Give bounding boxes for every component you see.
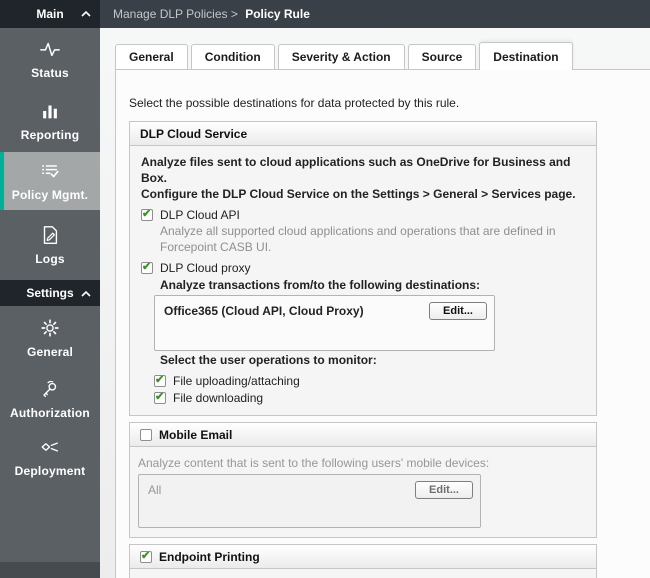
file-downloading-label: File downloading xyxy=(173,390,263,406)
section-mobile-email: Mobile Email Analyze content that is sen… xyxy=(129,422,597,538)
bar-chart-icon xyxy=(39,100,61,122)
sidebar-section-label: Settings xyxy=(26,286,73,300)
mobile-email-value: All xyxy=(148,483,161,497)
sidebar-item-status[interactable]: Status xyxy=(0,28,100,90)
activity-icon xyxy=(39,38,61,60)
logs-note-icon xyxy=(39,224,61,246)
policy-list-icon xyxy=(39,160,61,182)
dlp-cloud-api-label: DLP Cloud API xyxy=(160,207,240,223)
sidebar-item-label: Logs xyxy=(35,252,64,266)
sidebar-item-label: Status xyxy=(31,66,69,80)
app-window: Manage DLP Policies > Policy Rule Main S… xyxy=(0,0,650,578)
sidebar-section-settings[interactable]: Settings xyxy=(0,280,100,306)
tab-general[interactable]: General xyxy=(115,44,188,69)
tab-condition[interactable]: Condition xyxy=(191,44,275,69)
section-endpoint-printing: Endpoint Printing Analyze files that are… xyxy=(129,544,597,578)
sidebar-section-label: Main xyxy=(36,7,63,21)
sidebar-item-label: Policy Mgmt. xyxy=(12,188,88,202)
sidebar-item-reporting[interactable]: Reporting xyxy=(0,90,100,152)
key-icon xyxy=(39,378,61,400)
tab-bar: General Condition Severity & Action Sour… xyxy=(115,42,573,70)
chevron-up-icon xyxy=(81,291,91,297)
breadcrumb: Manage DLP Policies > Policy Rule xyxy=(113,7,310,21)
sidebar-section-main[interactable]: Main xyxy=(0,0,100,28)
section-title: DLP Cloud Service xyxy=(140,127,247,141)
sidebar-item-label: Deployment xyxy=(15,464,86,478)
section-dlp-cloud-service: DLP Cloud Service Analyze files sent to … xyxy=(129,121,597,416)
edit-destinations-button[interactable]: Edit... xyxy=(429,302,487,320)
breadcrumb-current: Policy Rule xyxy=(245,7,310,21)
destinations-value: Office365 (Cloud API, Cloud Proxy) xyxy=(164,304,364,318)
destinations-value-box: Office365 (Cloud API, Cloud Proxy) Edit.… xyxy=(154,295,495,351)
page-instruction: Select the possible destinations for dat… xyxy=(129,96,650,110)
dlp-cloud-api-note: Analyze all supported cloud applications… xyxy=(160,223,585,255)
dlp-cloud-proxy-label: DLP Cloud proxy xyxy=(160,260,251,276)
edit-mobile-email-button[interactable]: Edit... xyxy=(415,481,473,499)
operations-label: Select the user operations to monitor: xyxy=(160,352,585,368)
tab-severity-action[interactable]: Severity & Action xyxy=(278,44,405,69)
file-uploading-label: File uploading/attaching xyxy=(173,373,300,389)
dlp-cloud-desc-1: Analyze files sent to cloud applications… xyxy=(141,154,585,186)
gear-icon xyxy=(39,317,61,339)
section-header-dlp-cloud-service: DLP Cloud Service xyxy=(130,122,596,146)
sidebar-footer-strip xyxy=(0,562,100,578)
mobile-email-desc: Analyze content that is sent to the foll… xyxy=(138,455,585,471)
mobile-email-value-box: All Edit... xyxy=(138,474,481,528)
section-title: Mobile Email xyxy=(159,428,232,442)
sidebar-item-label: General xyxy=(27,345,73,359)
endpoint-printing-checkbox[interactable] xyxy=(140,551,152,563)
section-header-mobile-email: Mobile Email xyxy=(130,423,596,447)
chevron-up-icon xyxy=(81,11,91,17)
deployment-icon xyxy=(39,436,61,458)
destinations-label: Analyze transactions from/to the followi… xyxy=(160,277,585,293)
dlp-cloud-api-checkbox[interactable] xyxy=(141,209,153,221)
sidebar: Main Status Reporting Policy Mgmt. xyxy=(0,0,100,578)
mobile-email-checkbox[interactable] xyxy=(140,429,152,441)
file-uploading-checkbox[interactable] xyxy=(154,375,166,387)
sidebar-item-label: Reporting xyxy=(21,128,79,142)
sidebar-item-policy-mgmt[interactable]: Policy Mgmt. xyxy=(0,152,100,210)
breadcrumb-parent[interactable]: Manage DLP Policies > xyxy=(113,7,238,21)
sidebar-item-label: Authorization xyxy=(10,406,90,420)
content-panel: Select the possible destinations for dat… xyxy=(115,69,650,578)
file-downloading-checkbox[interactable] xyxy=(154,392,166,404)
section-title: Endpoint Printing xyxy=(159,550,260,564)
sidebar-item-general[interactable]: General xyxy=(0,306,100,370)
tab-destination[interactable]: Destination xyxy=(479,42,572,70)
dlp-cloud-proxy-checkbox[interactable] xyxy=(141,262,153,274)
tab-source[interactable]: Source xyxy=(408,44,477,69)
section-header-endpoint-printing: Endpoint Printing xyxy=(130,545,596,569)
sidebar-item-authorization[interactable]: Authorization xyxy=(0,370,100,428)
sidebar-item-logs[interactable]: Logs xyxy=(0,210,100,280)
sidebar-item-deployment[interactable]: Deployment xyxy=(0,428,100,486)
dlp-cloud-desc-2: Configure the DLP Cloud Service on the S… xyxy=(141,186,585,202)
